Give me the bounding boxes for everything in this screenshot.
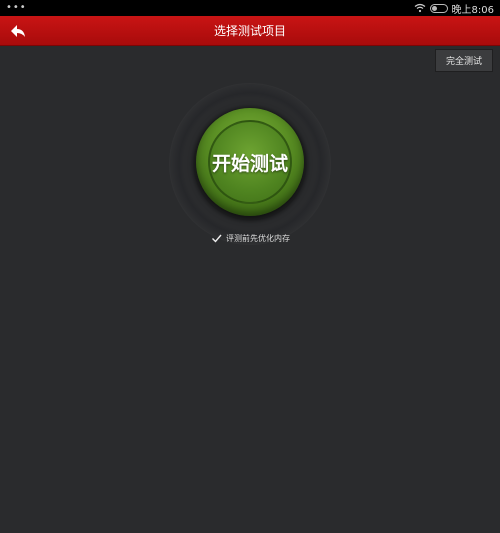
start-test-button[interactable]: 开始测试	[196, 108, 304, 216]
toggle-icon	[429, 3, 448, 13]
check-icon	[212, 234, 222, 243]
back-arrow-icon	[11, 25, 25, 37]
full-test-button[interactable]: 完全测试	[435, 49, 493, 72]
status-bar: ••• 晚上8:06	[0, 0, 500, 16]
notification-dots: •••	[6, 2, 27, 13]
status-right: 晚上8:06	[414, 1, 494, 16]
back-button[interactable]	[8, 21, 28, 41]
title-bar: 选择测试项目	[0, 16, 500, 46]
optimize-memory-label: 评测前先优化内存	[226, 233, 290, 243]
wifi-icon	[414, 3, 425, 13]
optimize-memory-checkbox[interactable]: 评测前先优化内存	[211, 231, 290, 245]
status-time: 晚上8:06	[451, 4, 494, 16]
start-test-label: 开始测试	[211, 152, 288, 175]
page-title: 选择测试项目	[213, 24, 286, 38]
